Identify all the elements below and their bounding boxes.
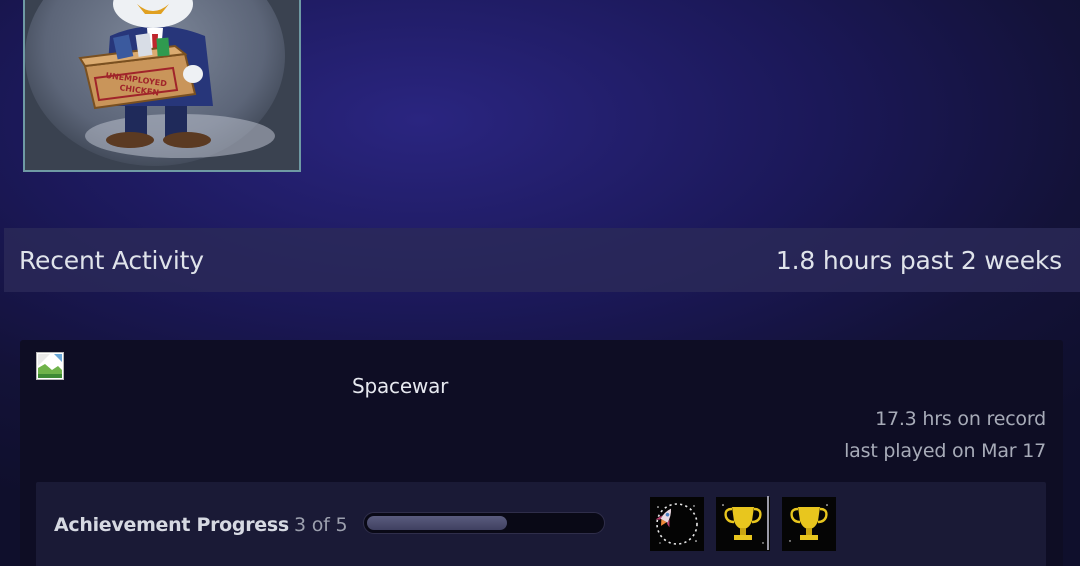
game-hours-on-record: 17.3 hrs on record	[875, 408, 1046, 430]
achievement-progress-bar-fill	[367, 516, 508, 530]
game-last-played: last played on Mar 17	[844, 440, 1046, 462]
recent-game-card: Spacewar 17.3 hrs on record last played …	[20, 340, 1063, 566]
achievement-progress-label[interactable]: Achievement Progress	[54, 514, 289, 536]
achievement-progress-section: Achievement Progress 3 of 5	[36, 482, 1046, 566]
broken-image-icon[interactable]	[36, 352, 64, 380]
unemployed-chicken-avatar-image: UNEMPLOYED CHICKEN	[25, 0, 299, 170]
achievement-progress-count: 3 of 5	[294, 514, 348, 536]
recent-activity-hours: 1.8 hours past 2 weeks	[775, 245, 1062, 275]
game-title-link[interactable]: Spacewar	[352, 374, 448, 398]
trophy-icon[interactable]	[716, 497, 770, 551]
rocket-achievement-icon[interactable]	[650, 497, 704, 551]
recent-activity-header: Recent Activity 1.8 hours past 2 weeks	[4, 228, 1080, 292]
trophy-icon[interactable]	[782, 497, 836, 551]
achievement-progress-bar	[363, 512, 605, 534]
profile-avatar[interactable]: UNEMPLOYED CHICKEN	[23, 0, 301, 172]
recent-activity-title: Recent Activity	[19, 245, 204, 275]
achievement-divider	[767, 496, 769, 550]
